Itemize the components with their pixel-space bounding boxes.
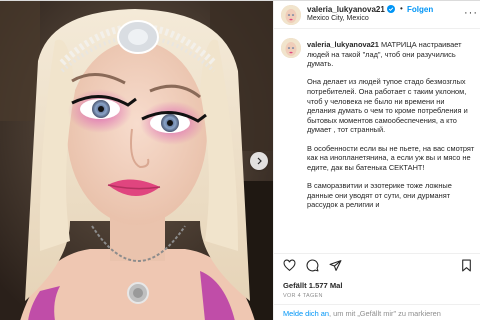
- caption-paragraph: Она делает из людей тупое стадо безмозгл…: [307, 77, 468, 135]
- instagram-post: valeria_lukyanova21 • Folgen Mexico City…: [0, 0, 480, 320]
- avatar-image: [281, 5, 301, 25]
- avatar-image: [281, 38, 301, 58]
- post-timestamp[interactable]: VOR 4 TAGEN: [283, 293, 323, 299]
- bookmark-icon: [462, 259, 471, 272]
- chevron-right-icon: [257, 157, 262, 165]
- post-side-panel: valeria_lukyanova21 • Folgen Mexico City…: [273, 1, 480, 320]
- share-icon: [329, 260, 342, 271]
- header-separator: •: [400, 4, 403, 13]
- comment-icon: [306, 259, 319, 272]
- caption-username[interactable]: valeria_lukyanova21: [307, 40, 379, 49]
- save-button[interactable]: [460, 259, 473, 272]
- comment-login-prompt: Melde dich an, um mit „Gefällt mir" zu m…: [274, 304, 480, 320]
- post-media[interactable]: [0, 1, 273, 320]
- share-button[interactable]: [329, 259, 342, 272]
- heart-icon: [283, 259, 296, 272]
- follow-button[interactable]: Folgen: [407, 5, 433, 14]
- caption-paragraph: valeria_lukyanova21 МАТРИЦА настраивает …: [307, 40, 475, 69]
- login-link[interactable]: Melde dich an: [283, 309, 329, 318]
- caption-paragraph: В саморазвитии и эзотерике тоже ложные д…: [307, 180, 452, 210]
- caption-paragraph: В особенности если вы не пьете, на вас с…: [307, 143, 475, 172]
- author-avatar[interactable]: [281, 5, 301, 25]
- likes-count[interactable]: Gefällt 1.577 Mal: [283, 281, 343, 290]
- author-username[interactable]: valeria_lukyanova21: [307, 5, 385, 14]
- caption-author-avatar[interactable]: [281, 38, 301, 58]
- post-photo: [0, 1, 273, 320]
- caption-text: valeria_lukyanova21 МАТРИЦА настраивает …: [307, 40, 475, 218]
- post-location[interactable]: Mexico City, Mexico: [307, 15, 369, 22]
- post-caption: valeria_lukyanova21 МАТРИЦА настраивает …: [274, 30, 480, 253]
- like-button[interactable]: [283, 259, 296, 272]
- comment-prompt-text: Melde dich an, um mit „Gefällt mir" zu m…: [283, 309, 441, 318]
- comment-button[interactable]: [306, 259, 319, 272]
- verified-badge-icon: [386, 5, 395, 13]
- next-image-button[interactable]: [250, 152, 268, 170]
- comment-prompt-rest: , um mit „Gefällt mir" zu markieren: [329, 309, 441, 318]
- post-actions: Gefällt 1.577 Mal VOR 4 TAGEN Melde dich…: [274, 253, 480, 320]
- post-header: valeria_lukyanova21 • Folgen Mexico City…: [274, 1, 480, 29]
- author-username-row[interactable]: valeria_lukyanova21: [307, 5, 395, 14]
- more-options-button[interactable]: ···: [464, 7, 478, 19]
